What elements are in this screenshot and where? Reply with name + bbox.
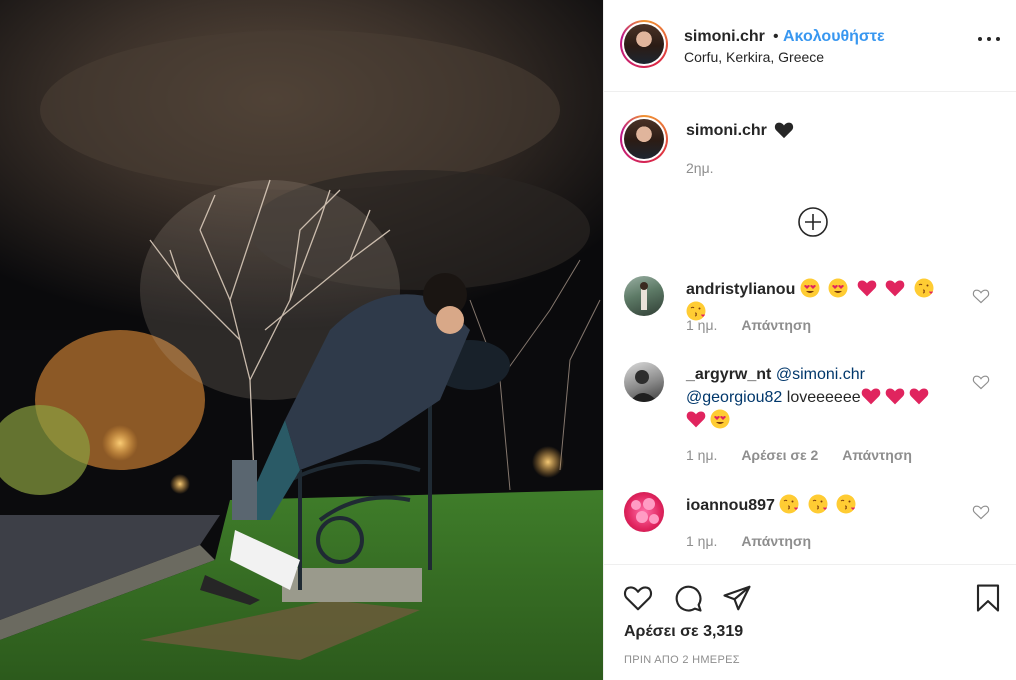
comment-item: andristylianou 1 ημ. Απάντηση	[604, 276, 1016, 346]
caption-username[interactable]: simoni.chr	[686, 122, 767, 140]
red-heart-emoji-icon	[885, 388, 904, 405]
heart-eyes-emoji-icon	[828, 278, 848, 298]
comment-bubble-icon[interactable]	[673, 583, 703, 613]
comment-like-heart-icon[interactable]	[972, 288, 990, 304]
comment-meta: 1 ημ. Απάντηση	[686, 317, 831, 333]
comment-likes-count[interactable]: Αρέσει σε 2	[741, 447, 818, 463]
mention-link[interactable]: @simoni.chr	[776, 366, 865, 383]
commenter-avatar[interactable]	[624, 276, 664, 316]
reply-button[interactable]: Απάντηση	[741, 533, 811, 549]
comment-meta: 1 ημ. Απάντηση	[686, 533, 831, 549]
caption-time: 2ημ.	[686, 160, 714, 176]
photo-scene	[0, 0, 603, 680]
commenter-username[interactable]: _argyrw_nt	[686, 366, 771, 383]
comment-body: loveeeeee	[786, 389, 861, 406]
separator-dot: •	[773, 28, 779, 45]
comment-time: 1 ημ.	[686, 533, 718, 549]
author-username[interactable]: simoni.chr	[684, 28, 765, 46]
reply-button[interactable]: Απάντηση	[741, 317, 811, 333]
kissing-face-emoji-icon	[779, 494, 799, 514]
post-date: ΠΡΙΝ ΑΠΟ 2 ΗΜΕΡΕΣ	[624, 654, 740, 666]
follow-button[interactable]: Ακολουθήστε	[783, 28, 885, 46]
comment-emojis	[779, 494, 860, 514]
red-heart-emoji-icon	[861, 388, 880, 405]
mention-link[interactable]: @georgiou82	[686, 389, 782, 406]
heart-eyes-emoji-icon	[800, 278, 820, 298]
heart-outline-icon[interactable]	[623, 583, 653, 613]
comment-time: 1 ημ.	[686, 317, 718, 333]
commenter-avatar[interactable]	[624, 362, 664, 402]
paper-plane-icon[interactable]	[722, 583, 752, 613]
caption-avatar[interactable]	[620, 115, 668, 163]
reply-button[interactable]: Απάντηση	[842, 447, 912, 463]
comment-item: _argyrw_nt @simoni.chr @georgiou82 lovee…	[604, 362, 1016, 472]
kissing-face-emoji-icon	[808, 494, 828, 514]
post-actions: Αρέσει σε 3,319 ΠΡΙΝ ΑΠΟ 2 ΗΜΕΡΕΣ	[604, 564, 1016, 680]
likes-count[interactable]: Αρέσει σε 3,319	[624, 623, 743, 641]
comment-time: 1 ημ.	[686, 447, 718, 463]
plus-circle-icon[interactable]	[797, 206, 829, 238]
author-avatar[interactable]	[620, 20, 668, 68]
commenter-avatar[interactable]	[624, 492, 664, 532]
red-heart-emoji-icon	[686, 411, 706, 428]
post-photo[interactable]	[0, 0, 603, 680]
comment-like-heart-icon[interactable]	[972, 504, 990, 520]
kissing-face-emoji-icon	[836, 494, 856, 514]
comment-meta: 1 ημ. Αρέσει σε 2 Απάντηση	[686, 447, 932, 463]
bookmark-icon[interactable]	[973, 583, 1003, 613]
comment-item: ioannou897 1 ημ. Απάντηση	[604, 492, 1016, 556]
kissing-face-emoji-icon	[914, 278, 934, 298]
comment-text: ioannou897	[686, 494, 966, 517]
post-location[interactable]: Corfu, Kerkira, Greece	[684, 49, 824, 65]
post-header: simoni.chr • Ακολουθήστε Corfu, Kerkira,…	[604, 0, 1016, 92]
heart-eyes-emoji-icon	[710, 409, 730, 429]
commenter-username[interactable]: andristylianou	[686, 281, 795, 298]
post-side-panel: simoni.chr • Ακολουθήστε Corfu, Kerkira,…	[603, 0, 1016, 680]
red-heart-emoji-icon	[857, 280, 877, 297]
commenter-username[interactable]: ioannou897	[686, 497, 775, 514]
comment-text: _argyrw_nt @simoni.chr @georgiou82 lovee…	[686, 364, 966, 432]
red-heart-emoji-icon	[885, 280, 905, 297]
red-heart-emoji-icon	[909, 388, 928, 405]
comment-like-heart-icon[interactable]	[972, 374, 990, 390]
black-heart-icon	[774, 122, 794, 139]
more-options-icon[interactable]	[976, 30, 1002, 46]
